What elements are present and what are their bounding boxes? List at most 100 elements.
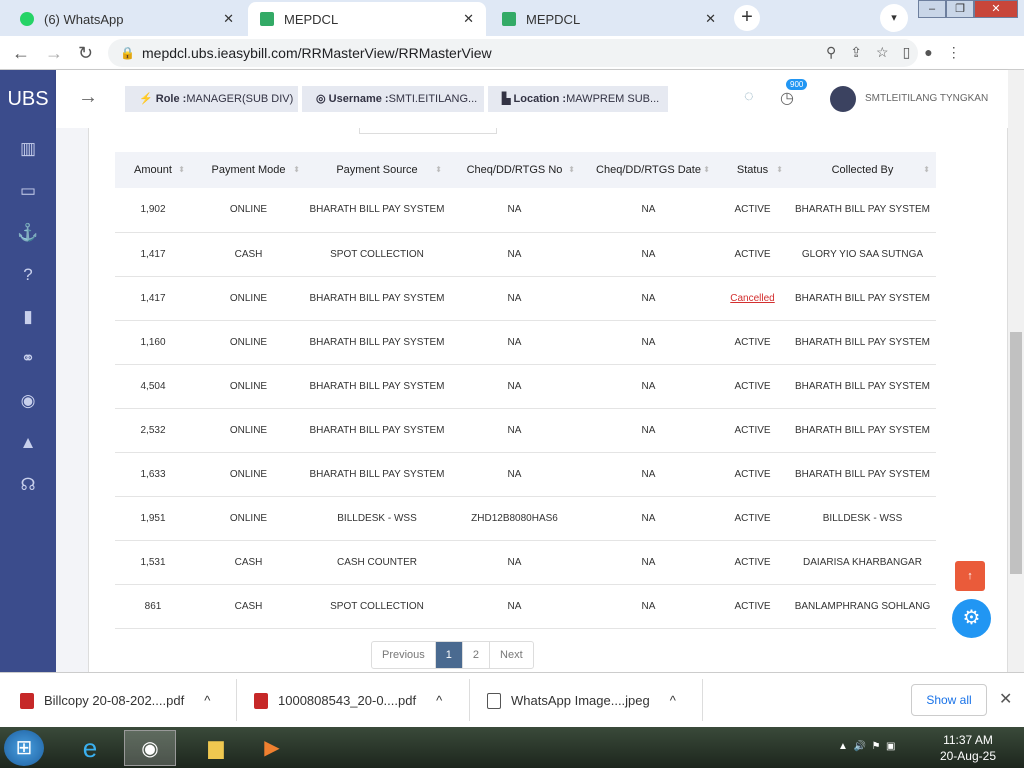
table-cell: BHARATH BILL PAY SYSTEM bbox=[789, 364, 936, 409]
column-header[interactable]: Payment Mode ⬍ bbox=[191, 152, 306, 188]
cell-text: ONLINE bbox=[229, 512, 268, 524]
lock-icon: 🔒 bbox=[120, 46, 135, 60]
anchor-icon[interactable]: ⚓ bbox=[0, 212, 56, 254]
media-player-icon[interactable]: ▶ bbox=[246, 730, 298, 766]
pdf-icon bbox=[254, 692, 268, 709]
pdf-icon bbox=[20, 692, 34, 709]
chevron-up-icon[interactable]: ^ bbox=[670, 693, 676, 708]
help-icon[interactable]: ? bbox=[0, 254, 56, 296]
sidepanel-icon[interactable]: ▯ bbox=[903, 44, 925, 60]
scrollbar-thumb[interactable] bbox=[1010, 332, 1022, 574]
header-label: Amount bbox=[134, 164, 172, 176]
system-clock[interactable]: 11:37 AM 20-Aug-25 bbox=[940, 732, 996, 764]
page-scrollbar[interactable] bbox=[1008, 70, 1024, 672]
chevron-up-icon[interactable]: ^ bbox=[204, 693, 210, 708]
start-button[interactable]: ⊞ bbox=[4, 730, 44, 766]
restore-button[interactable]: ❐ bbox=[946, 0, 974, 18]
column-header[interactable]: Collected By ⬍ bbox=[789, 152, 936, 188]
next-button[interactable]: Next bbox=[490, 642, 533, 668]
explorer-icon[interactable]: ▆ bbox=[190, 730, 242, 766]
cell-text: NA bbox=[507, 468, 522, 480]
new-tab-button[interactable]: + bbox=[734, 5, 760, 31]
show-all-button[interactable]: Show all bbox=[911, 684, 987, 716]
star-icon[interactable]: ☆ bbox=[876, 44, 903, 60]
file-icon[interactable]: ▮ bbox=[0, 296, 56, 338]
profile-icon[interactable]: ● bbox=[924, 44, 946, 60]
username-chip: ◎ Username :SMTI.EITILANG... bbox=[302, 86, 484, 112]
sort-icon[interactable]: ⬍ bbox=[435, 165, 442, 174]
sort-icon[interactable]: ⬍ bbox=[923, 165, 930, 174]
download-item[interactable]: WhatsApp Image....jpeg ^ bbox=[487, 673, 676, 728]
tray-icons[interactable]: ▲ 🔊 ⚑ ▣ bbox=[838, 741, 895, 752]
table-row: 1,417 CASH SPOT COLLECTION NA NA ACTIVE GLORY … bbox=[115, 232, 936, 277]
table-cell: NA bbox=[581, 584, 716, 629]
minimize-button[interactable]: – bbox=[918, 0, 946, 18]
dashboard-icon[interactable]: ◉ bbox=[0, 380, 56, 422]
column-header[interactable]: Cheq/DD/RTGS No ⬍ bbox=[448, 152, 581, 188]
close-tab-icon[interactable]: ✕ bbox=[463, 11, 474, 27]
status-text[interactable]: Cancelled bbox=[730, 293, 774, 304]
tab-mepdcl-active[interactable]: MEPDCL ✕ bbox=[248, 2, 486, 36]
cell-text: DAIARISA KHARBANGAR bbox=[803, 556, 922, 568]
column-header[interactable]: Status ⬍ bbox=[716, 152, 789, 188]
chart-icon[interactable]: ▥ bbox=[0, 128, 56, 170]
url-input[interactable]: 🔒 mepdcl.ubs.ieasybill.com/RRMasterView/R… bbox=[108, 39, 918, 67]
cell-text: BHARATH BILL PAY SYSTEM bbox=[794, 336, 931, 348]
user-name[interactable]: SMTLEITILANG TYNGKAN bbox=[865, 93, 988, 104]
avatar[interactable] bbox=[830, 86, 856, 112]
close-tab-icon[interactable]: ✕ bbox=[705, 11, 716, 27]
table-cell: 2,532 bbox=[115, 408, 191, 453]
page-1-button[interactable]: 1 bbox=[435, 642, 463, 668]
close-downloads-icon[interactable]: ✕ bbox=[999, 689, 1012, 709]
download-item[interactable]: 1000808543_20-0....pdf ^ bbox=[254, 673, 442, 728]
headset-icon[interactable]: ☊ bbox=[0, 464, 56, 506]
tab-mepdcl[interactable]: MEPDCL ✕ bbox=[490, 2, 728, 36]
tab-search-button[interactable]: ▾ bbox=[880, 4, 908, 32]
cell-text: ONLINE bbox=[229, 336, 268, 348]
column-header[interactable]: Cheq/DD/RTGS Date ⬍ bbox=[581, 152, 716, 188]
page-2-button[interactable]: 2 bbox=[463, 642, 491, 668]
mepdcl-favicon bbox=[260, 12, 274, 26]
share-icon[interactable]: ⇪ bbox=[850, 44, 876, 60]
role-chip: ⚡ Role :MANAGER(SUB DIV) bbox=[125, 86, 298, 112]
road-icon[interactable]: ▲ bbox=[0, 422, 56, 464]
close-window-button[interactable]: ✕ bbox=[974, 0, 1018, 18]
column-header[interactable]: Payment Source ⬍ bbox=[306, 152, 448, 188]
close-tab-icon[interactable]: ✕ bbox=[223, 11, 234, 27]
previous-button[interactable]: Previous bbox=[372, 642, 436, 668]
sort-icon[interactable]: ⬍ bbox=[293, 165, 300, 174]
settings-gear-button[interactable]: ⚙ bbox=[952, 599, 991, 638]
table-cell: BHARATH BILL PAY SYSTEM bbox=[789, 320, 936, 365]
cell-text: BHARATH BILL PAY SYSTEM bbox=[794, 380, 931, 392]
arrow-right-icon[interactable]: → bbox=[78, 86, 98, 109]
sidebar: UBS ▥ ▭ ⚓ ? ▮ ⚭ ◉ ▲ ☊ bbox=[0, 70, 56, 672]
team-icon[interactable]: ◌ bbox=[744, 88, 754, 106]
reload-icon[interactable]: ↻ bbox=[78, 43, 93, 64]
cell-text: NA bbox=[641, 468, 656, 480]
cell-text: ONLINE bbox=[229, 424, 268, 436]
download-item[interactable]: Billcopy 20-08-202....pdf ^ bbox=[20, 673, 210, 728]
monitor-icon[interactable]: ▭ bbox=[0, 170, 56, 212]
table-cell: ONLINE bbox=[191, 452, 306, 497]
sort-icon[interactable]: ⬍ bbox=[703, 165, 710, 174]
forward-icon[interactable]: → bbox=[45, 43, 63, 64]
sort-icon[interactable]: ⬍ bbox=[568, 165, 575, 174]
menu-icon[interactable]: ⋮ bbox=[947, 44, 975, 60]
clock-icon[interactable]: ◷ bbox=[780, 88, 794, 108]
cell-text: CASH bbox=[234, 600, 263, 612]
whatsapp-icon bbox=[20, 12, 34, 26]
table-cell: NA bbox=[581, 232, 716, 277]
back-icon[interactable]: ← bbox=[12, 43, 30, 64]
chrome-icon[interactable]: ◉ bbox=[124, 730, 176, 766]
status-text: ACTIVE bbox=[734, 336, 771, 348]
tab-whatsapp[interactable]: (6) WhatsApp ✕ bbox=[8, 2, 246, 36]
link-icon[interactable]: ⚭ bbox=[0, 338, 56, 380]
ie-icon[interactable]: e bbox=[64, 730, 116, 766]
zoom-icon[interactable]: ⚲ bbox=[826, 44, 850, 60]
sort-icon[interactable]: ⬍ bbox=[776, 165, 783, 174]
column-header[interactable]: Amount ⬍ bbox=[115, 152, 191, 188]
scroll-top-button[interactable]: ↑ bbox=[955, 561, 985, 591]
notification-badge: 900 bbox=[786, 79, 808, 90]
sort-icon[interactable]: ⬍ bbox=[178, 165, 185, 174]
chevron-up-icon[interactable]: ^ bbox=[436, 693, 442, 708]
